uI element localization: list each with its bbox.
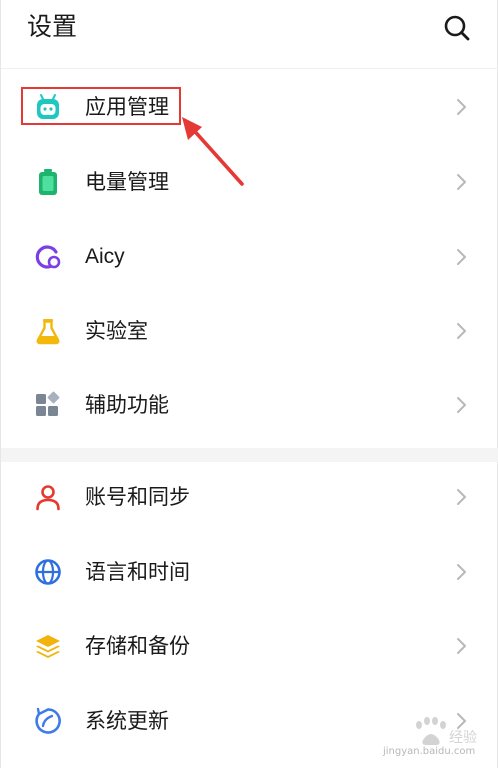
- settings-screen: 设置 应用管理 电量管理 Aicy 实验室 辅助功能 账号和同步 语言和时间 存…: [0, 0, 498, 768]
- settings-item-label: 存储和备份: [85, 634, 190, 658]
- aicy-icon: [35, 245, 61, 269]
- watermark-text: jingyan.baidu.com: [383, 746, 476, 757]
- chevron-right-icon: [457, 249, 466, 265]
- settings-item-label: 语言和时间: [85, 560, 190, 584]
- chevron-right-icon: [457, 174, 466, 190]
- pointer-arrow: [182, 117, 244, 186]
- settings-item-lab[interactable]: 实验室: [1, 294, 498, 368]
- chevron-right-icon: [457, 397, 466, 413]
- grid-icon: [36, 391, 60, 416]
- settings-item-label: 实验室: [85, 319, 148, 343]
- settings-item-label: Aicy: [85, 245, 125, 268]
- settings-item-account-sync[interactable]: 账号和同步: [1, 460, 498, 534]
- update-icon: [35, 707, 61, 734]
- header-divider: [1, 68, 498, 69]
- settings-item-label: 电量管理: [85, 170, 169, 194]
- chevron-right-icon: [457, 489, 466, 505]
- globe-icon: [35, 559, 61, 585]
- chevron-right-icon: [457, 99, 466, 115]
- user-icon: [36, 485, 60, 511]
- search-button[interactable]: [441, 12, 473, 44]
- svg-text:经验: 经验: [449, 730, 477, 746]
- chevron-right-icon: [457, 638, 466, 654]
- settings-item-accessibility[interactable]: 辅助功能: [1, 368, 498, 442]
- search-icon: [444, 15, 470, 41]
- page-title: 设置: [27, 12, 78, 41]
- settings-item-label: 辅助功能: [85, 393, 169, 417]
- battery-icon: [39, 169, 57, 195]
- chevron-right-icon: [457, 323, 466, 339]
- highlight-box: [21, 87, 181, 125]
- settings-item-language-time[interactable]: 语言和时间: [1, 535, 498, 609]
- flask-icon: [36, 319, 60, 345]
- settings-item-aicy[interactable]: Aicy: [1, 220, 498, 294]
- chevron-right-icon: [457, 564, 466, 580]
- layers-icon: [36, 635, 60, 658]
- settings-item-label: 系统更新: [85, 709, 169, 733]
- header: 设置: [1, 0, 498, 68]
- settings-item-label: 账号和同步: [85, 485, 190, 509]
- settings-item-storage-backup[interactable]: 存储和备份: [1, 609, 498, 683]
